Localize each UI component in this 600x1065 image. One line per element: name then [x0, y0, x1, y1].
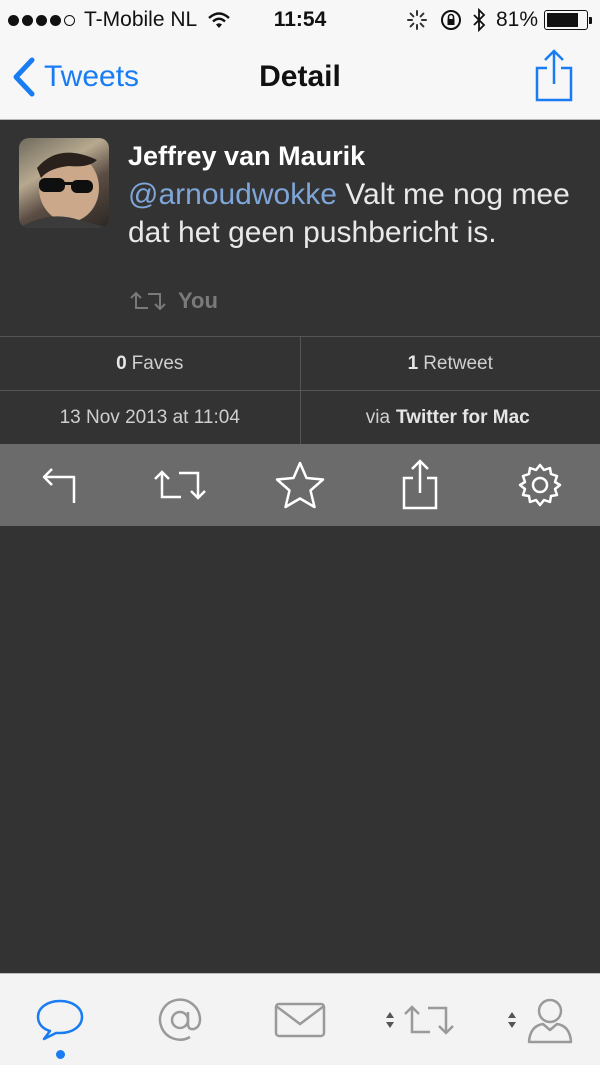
reply-icon [42, 468, 76, 503]
counts-row: 0 Faves 1 Retweet [0, 336, 600, 390]
star-icon [275, 461, 325, 509]
share-icon [535, 49, 573, 102]
back-button[interactable]: Tweets [12, 57, 139, 97]
retweet-icon [130, 291, 166, 311]
tweet-action-bar [0, 444, 600, 526]
share-tweet-button[interactable] [390, 455, 450, 515]
unread-indicator [56, 1050, 65, 1059]
retweeted-by-label: You [178, 288, 218, 313]
tab-messages[interactable] [240, 974, 360, 1065]
timeline-icon [36, 999, 84, 1040]
chevron-left-icon [13, 57, 35, 97]
bluetooth-icon [473, 8, 486, 32]
retweet-button[interactable] [150, 455, 210, 515]
client-name: Twitter for Mac [396, 406, 530, 428]
tab-mentions[interactable] [120, 974, 240, 1065]
tab-timeline[interactable] [0, 974, 120, 1065]
tab-bar [0, 973, 600, 1065]
tab-retweets[interactable] [360, 974, 480, 1065]
sort-arrows-icon [508, 1011, 516, 1028]
retweets-icon [404, 1004, 454, 1035]
retweeted-by: You [128, 288, 218, 314]
settings-button[interactable] [510, 455, 570, 515]
tweet-source[interactable]: via Twitter for Mac [299, 391, 600, 444]
tweet-author[interactable]: Jeffrey van Maurik [128, 141, 365, 172]
reply-button[interactable] [30, 455, 90, 515]
share-button[interactable] [534, 48, 574, 109]
tweet-date: 13 Nov 2013 at 11:04 [59, 406, 240, 428]
meta-row: 13 Nov 2013 at 11:04 via Twitter for Mac [0, 390, 600, 444]
navigation-bar: Tweets Detail [0, 40, 600, 120]
activity-spinner-icon [406, 10, 427, 30]
avatar-photo [19, 152, 109, 228]
retweets-count: 1 [407, 352, 419, 374]
retweet-icon [154, 470, 206, 500]
faves-count-button[interactable]: 0 Faves [0, 337, 300, 390]
retweets-label: Retweet [423, 352, 493, 374]
share-icon [402, 459, 438, 510]
battery-icon [544, 10, 592, 30]
avatar[interactable] [19, 138, 109, 228]
tweet-text: @arnoudwokke Valt me nog mee dat het gee… [128, 176, 578, 252]
tweet-mention[interactable]: @arnoudwokke [128, 178, 337, 211]
messages-icon [274, 1002, 326, 1037]
favorite-button[interactable] [270, 455, 330, 515]
status-right: 81% [406, 8, 592, 32]
tweet-detail: Jeffrey van Maurik @arnoudwokke Valt me … [0, 121, 600, 336]
battery-percent: 81% [495, 8, 538, 31]
sort-arrows-icon [386, 1011, 394, 1028]
back-label: Tweets [44, 60, 140, 93]
tab-profile[interactable] [480, 974, 600, 1065]
gear-icon [518, 463, 562, 507]
faves-label: Faves [131, 352, 184, 374]
status-bar: T-Mobile NL 11:54 81% [0, 0, 600, 40]
faves-count: 0 [116, 352, 127, 374]
retweets-count-button[interactable]: 1 Retweet [299, 337, 600, 390]
profile-icon [527, 998, 573, 1043]
via-label: via [365, 406, 391, 428]
rotation-lock-icon [440, 10, 461, 30]
mentions-icon [158, 997, 202, 1041]
